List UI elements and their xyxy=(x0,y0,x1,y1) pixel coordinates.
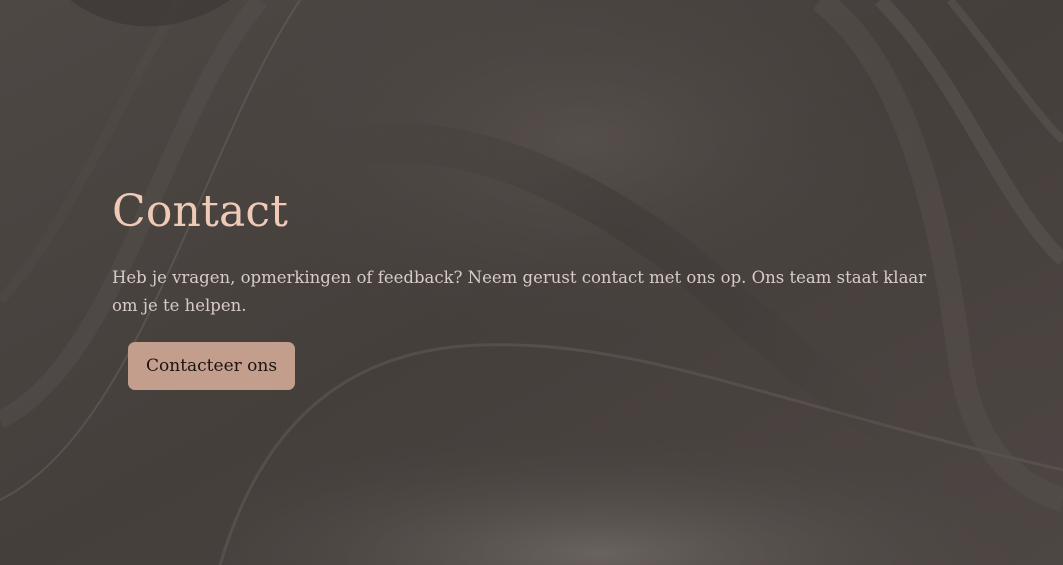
hero-description: Heb je vragen, opmerkingen of feedback? … xyxy=(112,268,927,315)
hero-content: Contact Heb je vragen, opmerkingen of fe… xyxy=(112,186,952,390)
page-title: Contact xyxy=(112,186,289,237)
contact-hero: Contact Heb je vragen, opmerkingen of fe… xyxy=(0,0,1063,565)
contact-us-button[interactable]: Contacteer ons xyxy=(128,342,296,390)
